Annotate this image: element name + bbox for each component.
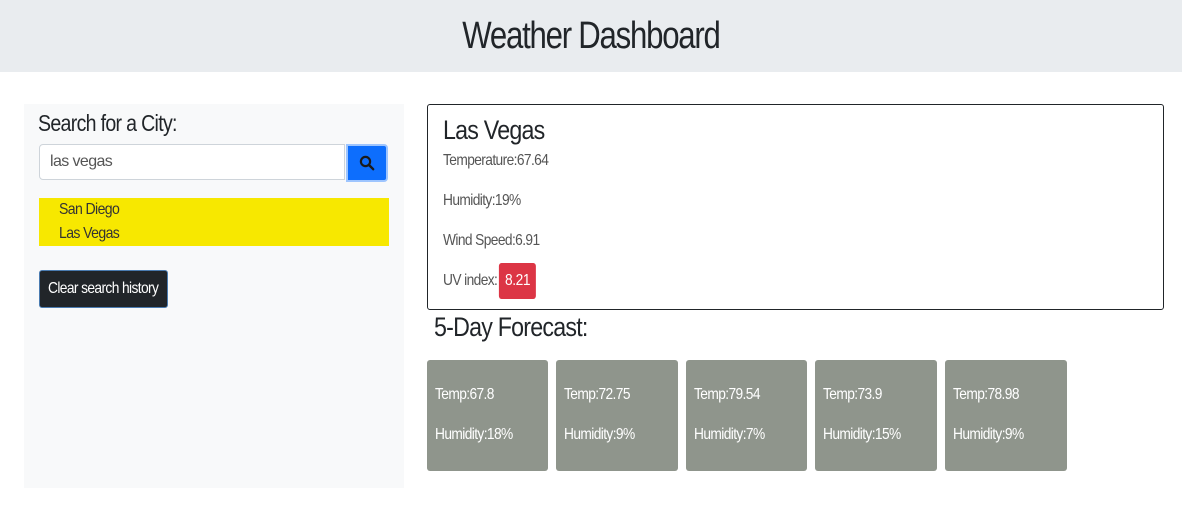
forecast-card: Temp:72.75 Humidity:9%	[556, 360, 678, 471]
forecast-humidity: Humidity:18%	[435, 426, 513, 443]
search-icon	[359, 155, 375, 171]
forecast-card: Temp:67.8 Humidity:18%	[427, 360, 548, 471]
forecast-title: 5-Day Forecast:	[434, 312, 588, 342]
wind-speed-text: Wind Speed:6.91	[443, 232, 540, 249]
temperature-text: Temperature:67.64	[443, 152, 549, 169]
uv-index-label: UV index:	[443, 272, 498, 289]
search-history-list: San Diego Las Vegas	[39, 198, 389, 246]
current-weather-card: Las Vegas Temperature:67.64 Humidity:19%…	[427, 104, 1164, 310]
history-item-san-diego[interactable]: San Diego	[59, 201, 120, 219]
city-search-input[interactable]	[39, 144, 345, 180]
search-title: Search for a City:	[38, 110, 177, 136]
forecast-humidity: Humidity:7%	[694, 426, 765, 443]
forecast-temp: Temp:72.75	[564, 386, 630, 403]
search-button[interactable]	[346, 144, 388, 182]
forecast-humidity: Humidity:9%	[564, 426, 635, 443]
humidity-text: Humidity:19%	[443, 192, 521, 209]
clear-history-button[interactable]: Clear search history	[39, 270, 168, 308]
forecast-temp: Temp:78.98	[953, 386, 1019, 403]
page-title: Weather Dashboard	[462, 14, 721, 57]
forecast-card: Temp:73.9 Humidity:15%	[815, 360, 937, 471]
clear-history-label: Clear search history	[48, 280, 159, 297]
forecast-temp: Temp:67.8	[435, 386, 494, 403]
uv-index-row: UV index: 8.21	[443, 263, 537, 299]
forecast-humidity: Humidity:9%	[953, 426, 1024, 443]
history-item-las-vegas[interactable]: Las Vegas	[59, 225, 120, 243]
forecast-temp: Temp:73.9	[823, 386, 882, 403]
uv-index-badge: 8.21	[498, 263, 537, 299]
city-name: Las Vegas	[443, 115, 545, 145]
forecast-humidity: Humidity:15%	[823, 426, 901, 443]
search-panel: Search for a City: San Diego Las Vegas C…	[24, 104, 404, 488]
page-header: Weather Dashboard	[0, 0, 1182, 72]
forecast-card: Temp:78.98 Humidity:9%	[945, 360, 1067, 471]
forecast-temp: Temp:79.54	[694, 386, 760, 403]
forecast-card: Temp:79.54 Humidity:7%	[686, 360, 807, 471]
